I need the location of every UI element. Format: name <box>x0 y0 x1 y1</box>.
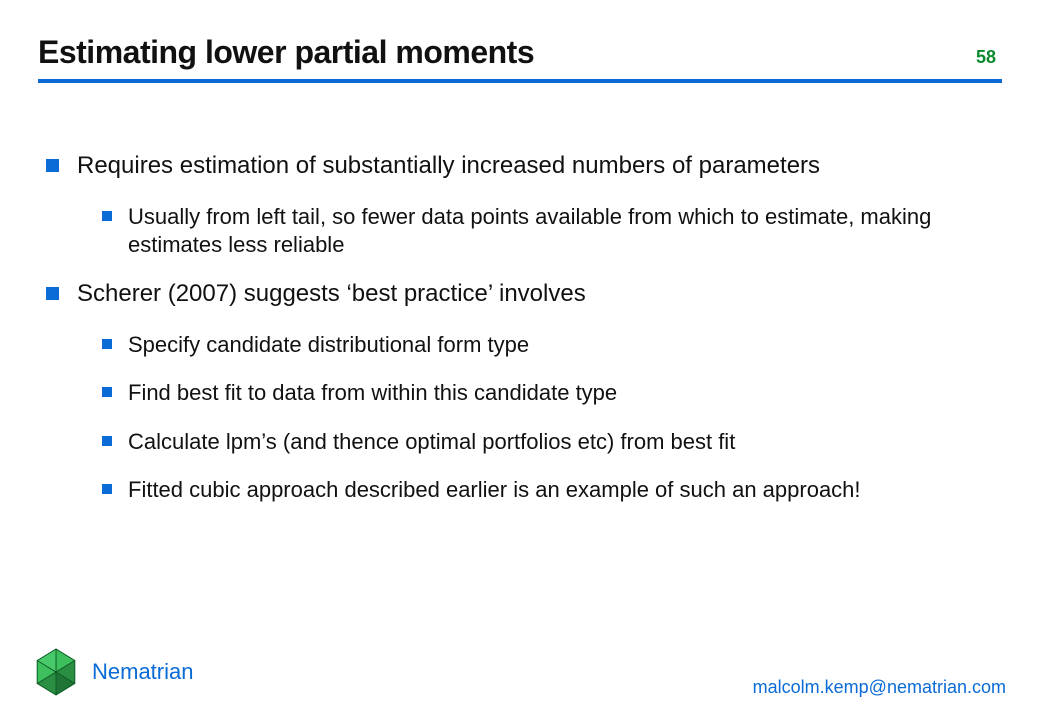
bullet-level2: Fitted cubic approach described earlier … <box>102 476 992 504</box>
slide: Estimating lower partial moments 58 Requ… <box>0 0 1040 720</box>
contact-email: malcolm.kemp@nematrian.com <box>753 677 1006 698</box>
bullet-text: Fitted cubic approach described earlier … <box>128 476 992 504</box>
bullet-text: Find best fit to data from within this c… <box>128 379 992 407</box>
header: Estimating lower partial moments 58 <box>38 34 1002 71</box>
brand: Nematrian <box>30 646 193 698</box>
slide-title: Estimating lower partial moments <box>38 34 534 71</box>
sub-bullets: Usually from left tail, so fewer data po… <box>102 203 992 259</box>
bullet-text: Scherer (2007) suggests ‘best practice’ … <box>77 279 992 309</box>
bullet-level2: Find best fit to data from within this c… <box>102 379 992 407</box>
title-underline <box>38 79 1002 83</box>
bullet-level2: Usually from left tail, so fewer data po… <box>102 203 992 259</box>
square-bullet-icon <box>102 339 112 349</box>
square-bullet-icon <box>102 387 112 397</box>
page-number: 58 <box>976 47 996 68</box>
square-bullet-icon <box>102 211 112 221</box>
bullet-level2: Calculate lpm’s (and thence optimal port… <box>102 428 992 456</box>
square-bullet-icon <box>46 287 59 300</box>
bullet-text: Usually from left tail, so fewer data po… <box>128 203 992 259</box>
logo-icon <box>30 646 82 698</box>
bullet-text: Calculate lpm’s (and thence optimal port… <box>128 428 992 456</box>
footer: Nematrian malcolm.kemp@nematrian.com <box>0 646 1040 698</box>
bullet-level1: Scherer (2007) suggests ‘best practice’ … <box>44 279 992 309</box>
square-bullet-icon <box>46 159 59 172</box>
brand-name: Nematrian <box>92 659 193 685</box>
sub-bullets: Specify candidate distributional form ty… <box>102 331 992 504</box>
square-bullet-icon <box>102 436 112 446</box>
bullet-text: Requires estimation of substantially inc… <box>77 151 992 181</box>
square-bullet-icon <box>102 484 112 494</box>
content-area: Requires estimation of substantially inc… <box>38 151 1002 504</box>
bullet-text: Specify candidate distributional form ty… <box>128 331 992 359</box>
bullet-level1: Requires estimation of substantially inc… <box>44 151 992 181</box>
bullet-level2: Specify candidate distributional form ty… <box>102 331 992 359</box>
